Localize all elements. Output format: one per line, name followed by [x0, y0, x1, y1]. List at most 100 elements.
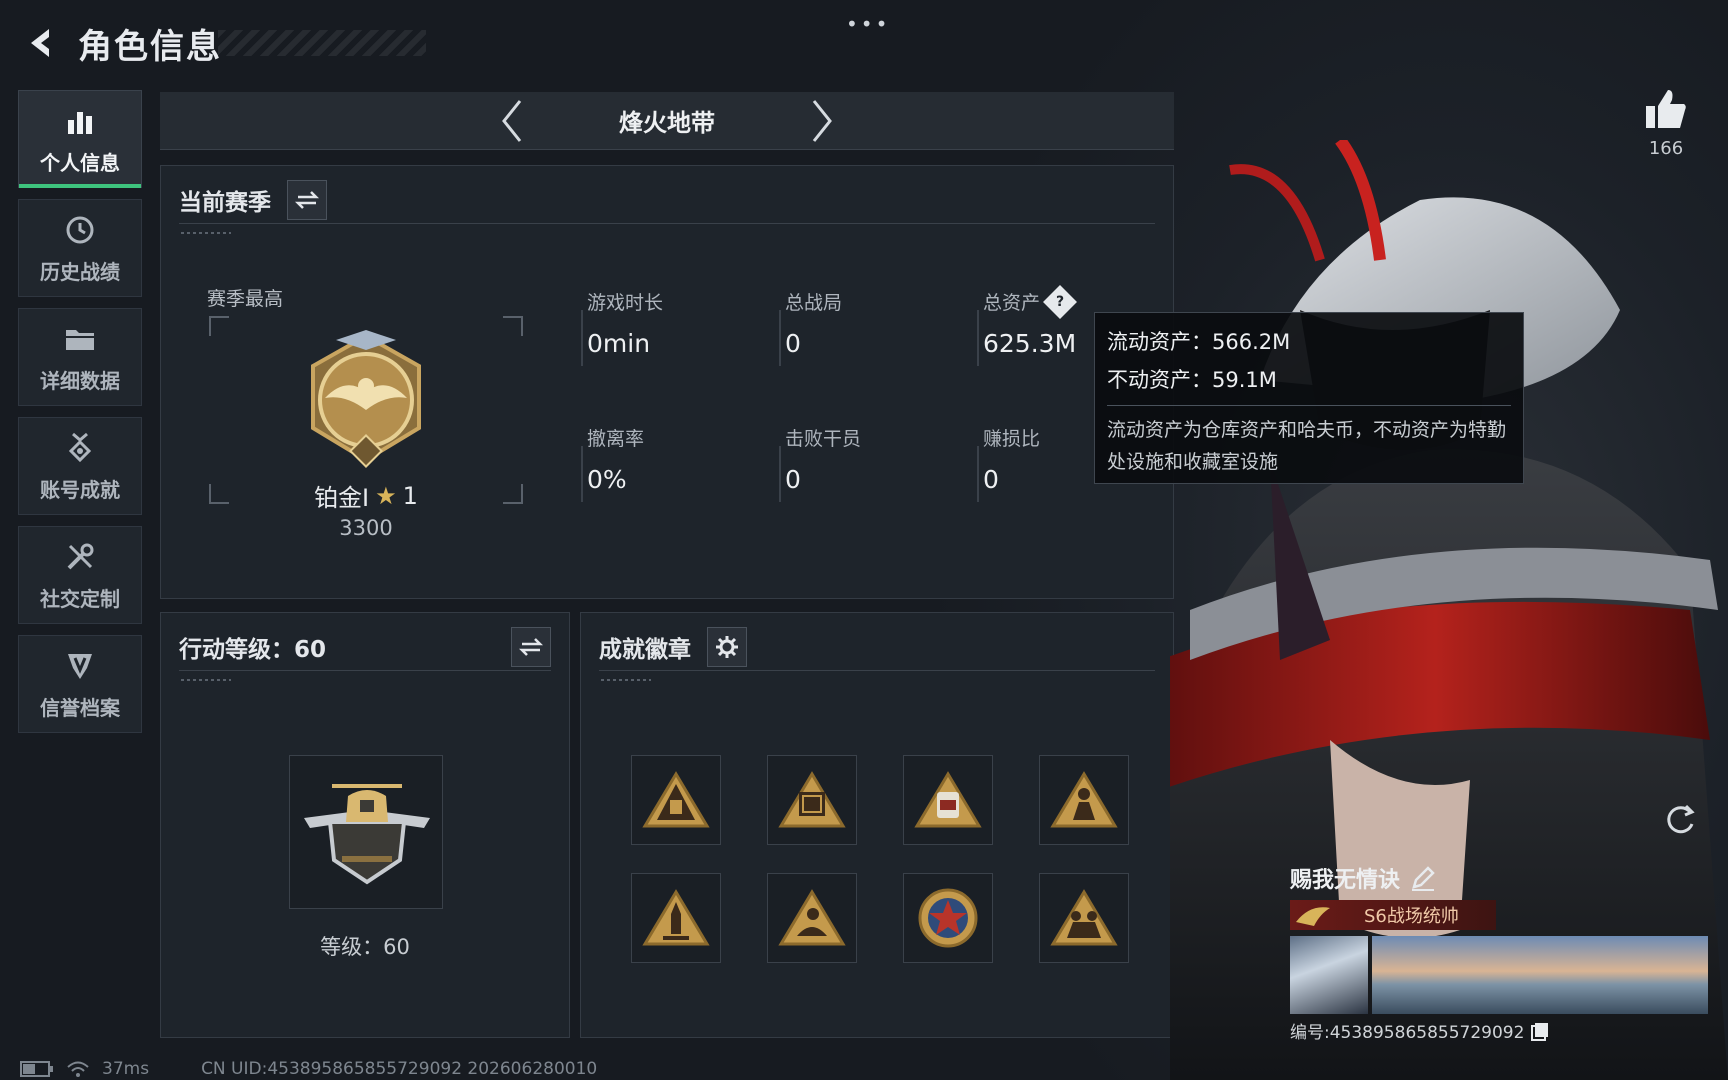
divider — [1107, 405, 1511, 406]
sidebar-item-label: 个人信息 — [40, 150, 120, 175]
tooltip-note: 流动资产为仓库资产和哈夫币，不动资产为特勤处设施和收藏室设施 — [1107, 419, 1507, 473]
sidebar-item-details[interactable]: 详细数据 — [18, 308, 142, 406]
mode-next-button[interactable] — [797, 96, 847, 146]
panel-header: 行动等级：60 — [179, 623, 551, 671]
sidebar-item-label: 详细数据 — [40, 368, 120, 393]
stat-label-row: 总资产 ? — [983, 284, 1077, 319]
more-menu-dots[interactable]: ••• — [846, 12, 890, 36]
medal-slot[interactable] — [767, 755, 857, 845]
ping-text: 37ms — [102, 1059, 150, 1079]
stat-extract-rate: 撤离率 0% — [580, 424, 645, 502]
tools-icon — [62, 539, 98, 575]
medal-slot[interactable] — [1039, 755, 1129, 845]
decoration-dots — [181, 232, 231, 234]
achievement-badges-panel: 成就徽章 — [580, 612, 1174, 1038]
decoration-dots — [181, 679, 231, 681]
stat-value: 0 — [983, 465, 999, 494]
tooltip-fixed-assets: 不动资产：59.1M — [1107, 368, 1277, 392]
thumbs-up-icon — [1646, 90, 1686, 128]
profile-banner[interactable] — [1290, 936, 1708, 1014]
battery-icon — [20, 1061, 53, 1077]
avatar[interactable] — [1290, 936, 1368, 1014]
swap-arrows-icon — [519, 637, 543, 656]
medals-settings-button[interactable] — [707, 626, 747, 667]
bar-chart-icon — [62, 103, 98, 139]
page-header: 角色信息 — [18, 18, 426, 68]
help-icon[interactable]: ? — [1043, 284, 1077, 319]
stat-label: 撤离率 — [587, 428, 645, 450]
like-button[interactable]: 166 — [1636, 88, 1696, 159]
sidebar-item-achievements[interactable]: 账号成就 — [18, 417, 142, 515]
stat-value: 0% — [587, 465, 627, 494]
sidebar-item-label: 信誉档案 — [40, 695, 120, 720]
chevron-right-icon — [812, 99, 832, 142]
sidebar-item-label: 历史战绩 — [40, 259, 120, 284]
level-switch-button[interactable] — [511, 626, 551, 667]
rank-badge-icon — [291, 328, 441, 478]
sidebar-item-label: 社交定制 — [40, 586, 120, 611]
crate-triangle-icon — [778, 771, 846, 828]
mode-title: 烽火地带 — [619, 109, 715, 137]
season-switch-button[interactable] — [287, 179, 327, 220]
action-level-panel: 行动等级：60 等级：60 — [160, 612, 570, 1038]
panel-header: 当前赛季 — [179, 176, 1155, 224]
medal-slot[interactable] — [631, 755, 721, 845]
stat-total-assets: 总资产 ? 625.3M — [976, 284, 1077, 366]
title-plate-text: S6战场统帅 — [1364, 906, 1459, 927]
swap-arrows-icon — [295, 190, 319, 209]
back-button[interactable] — [18, 20, 64, 66]
medal-slot[interactable] — [903, 873, 993, 963]
wifi-icon — [67, 1061, 89, 1077]
eagle-emblem-icon — [1296, 907, 1330, 926]
level-badge[interactable] — [289, 755, 443, 909]
decoration-dots — [601, 679, 651, 681]
level-title: 行动等级：60 — [179, 636, 327, 663]
stat-profit-ratio: 赚损比 0 — [976, 424, 1041, 502]
sidebar-item-personal-info[interactable]: 个人信息 — [18, 90, 142, 188]
rank-points: 3300 — [339, 516, 393, 540]
rank-name-text: 铂金I — [314, 484, 370, 512]
medal-slot[interactable] — [767, 873, 857, 963]
uid-row: 编号:453895865855729092 — [1290, 1018, 1550, 1043]
banner-image — [1372, 936, 1708, 1014]
medal-slot[interactable] — [1039, 873, 1129, 963]
stat-label: 击败干员 — [785, 428, 862, 450]
rocket-triangle-icon — [642, 771, 710, 828]
nickname: 赐我无情诀 — [1290, 868, 1401, 893]
medals-title: 成就徽章 — [599, 636, 691, 663]
stat-label: 总战局 — [785, 292, 843, 314]
refresh-icon — [1667, 804, 1695, 834]
back-arrow-icon — [31, 29, 49, 57]
squad-triangle-icon — [1050, 889, 1118, 946]
mode-prev-button[interactable] — [487, 96, 537, 146]
uid-text: 编号:453895865855729092 — [1290, 1023, 1525, 1043]
folder-icon — [62, 321, 98, 357]
rotate-view-button[interactable] — [1660, 800, 1700, 840]
stat-value: 0 — [785, 465, 801, 494]
level-value: 等级：60 — [320, 935, 410, 959]
soldier-triangle-icon — [1050, 771, 1118, 828]
current-season-panel: 当前赛季 赛季最高 铂金I ★ 1 3300 游戏时长 0min 总战局 0 总… — [160, 165, 1174, 599]
stat-label: 总资产 — [983, 292, 1041, 314]
sidebar: 个人信息 历史战绩 详细数据 账号成就 社交定制 信誉档案 — [18, 90, 144, 744]
edit-pencil-icon[interactable] — [1410, 865, 1436, 891]
stat-kills: 击败干员 0 — [778, 424, 862, 502]
tooltip-liquid-assets: 流动资产：566.2M — [1107, 330, 1291, 354]
assets-tooltip: 流动资产：566.2M 不动资产：59.1M 流动资产为仓库资产和哈夫币，不动资… — [1094, 312, 1524, 484]
stat-total-matches: 总战局 0 — [778, 288, 843, 366]
medal-slot[interactable] — [631, 873, 721, 963]
copy-icon[interactable] — [1530, 1021, 1550, 1041]
sidebar-item-reputation[interactable]: 信誉档案 — [18, 635, 142, 733]
medal-slot[interactable] — [903, 755, 993, 845]
status-bar: 37ms CN UID:453895865855729092 202606280… — [20, 1058, 597, 1080]
stat-label: 赚损比 — [983, 428, 1041, 450]
stat-play-time: 游戏时长 0min — [580, 288, 663, 366]
medal-icon — [62, 430, 98, 466]
sidebar-item-history[interactable]: 历史战绩 — [18, 199, 142, 297]
s8-triangle-icon — [914, 771, 982, 828]
clock-history-icon — [62, 212, 98, 248]
profile-card: 赐我无情诀 S6战场统帅 编号:453895865855729092 — [1290, 860, 1708, 1043]
sidebar-item-social[interactable]: 社交定制 — [18, 526, 142, 624]
mode-selector: 烽火地带 — [160, 92, 1174, 150]
rank-star-count: 1 — [402, 481, 418, 510]
